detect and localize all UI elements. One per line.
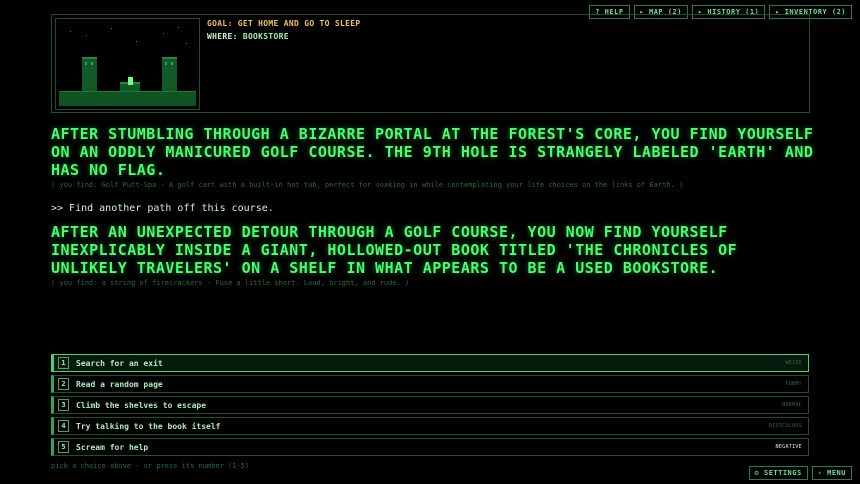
bottom-nav: ⚙ SETTINGS ‹ MENU [748, 466, 852, 480]
choice-label: Search for an exit [76, 358, 163, 368]
choice-4[interactable]: 4 Try talking to the book itself RIDICUL… [51, 417, 809, 435]
star [186, 43, 187, 44]
scene-panel: GOAL: GET HOME AND GO TO SLEEP WHERE: BO… [51, 14, 810, 113]
story-log: After stumbling through a bizarre portal… [51, 125, 821, 287]
menu-button[interactable]: ‹ MENU [811, 466, 852, 480]
choice-2[interactable]: 2 Read a random page FUNNY [51, 375, 809, 393]
where-label: WHERE: [207, 32, 238, 41]
narration: After an unexpected detour through a gol… [51, 223, 738, 277]
choice-5[interactable]: 5 Scream for help NEGATIVE [51, 438, 809, 456]
goal-text: GOAL: GET HOME AND GO TO SLEEP [207, 19, 361, 28]
choice-tag: NEGATIVE [775, 444, 802, 450]
choice-tag: RIDICULOUS [768, 423, 802, 429]
star [111, 28, 112, 29]
found-item: ( you find: a string of firecrackers - F… [51, 279, 410, 287]
star [163, 33, 164, 34]
choice-label: Climb the shelves to escape [76, 400, 207, 410]
player-command: >> Find another path off this course. [51, 203, 274, 214]
choice-number: 1 [58, 357, 69, 369]
choice-label: Try talking to the book itself [76, 421, 221, 431]
choice-list: 1 Search for an exit WEIRD 2 Read a rand… [51, 354, 809, 459]
choice-tag: NORMAL [782, 402, 802, 408]
settings-button[interactable]: ⚙ SETTINGS [748, 466, 808, 480]
tower-left [82, 57, 97, 93]
star [86, 35, 87, 36]
choice-label: Scream for help [76, 442, 149, 452]
choice-tag: FUNNY [785, 381, 802, 387]
found-item: ( you find: Golf Putt-Spa - A golf cart … [51, 181, 684, 189]
where-value: BOOKSTORE [242, 32, 289, 41]
star [178, 27, 179, 28]
ground [59, 92, 196, 106]
choice-hint: pick a choice above - or press its numbe… [51, 462, 250, 470]
player-sprite [128, 77, 133, 85]
star [136, 41, 137, 42]
narration: After stumbling through a bizarre portal… [51, 125, 814, 179]
choice-number: 4 [58, 420, 69, 432]
choice-number: 5 [58, 441, 69, 453]
choice-label: Read a random page [76, 379, 163, 389]
choice-3[interactable]: 3 Climb the shelves to escape NORMAL [51, 396, 809, 414]
choice-tag: WEIRD [785, 360, 802, 366]
choice-number: 2 [58, 378, 69, 390]
choice-number: 3 [58, 399, 69, 411]
location-text: WHERE: BOOKSTORE [207, 32, 289, 41]
choice-1[interactable]: 1 Search for an exit WEIRD [51, 354, 809, 372]
scene-illustration [55, 18, 200, 110]
tower-right [162, 57, 177, 93]
star [70, 31, 71, 32]
